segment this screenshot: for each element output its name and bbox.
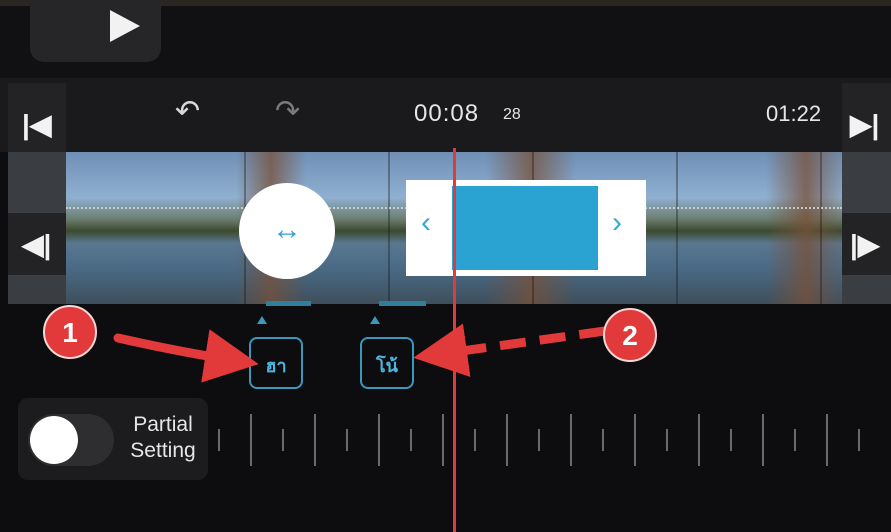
- ruler-tick: [570, 414, 572, 466]
- ruler-tick: [858, 429, 860, 451]
- annotation-badge-2: 2: [603, 308, 657, 362]
- annotation-number-2: 2: [622, 320, 638, 351]
- ruler-tick: [218, 429, 220, 451]
- annotation-badge-1: 1: [43, 305, 97, 359]
- ruler-tick: [410, 429, 412, 451]
- ruler-tick: [346, 429, 348, 451]
- ruler-tick: [666, 429, 668, 451]
- partial-setting-label-line2: Setting: [130, 439, 196, 462]
- ruler-tick: [314, 414, 316, 466]
- ruler-tick: [602, 429, 604, 451]
- ruler-tick: [282, 429, 284, 451]
- ruler-tick: [794, 429, 796, 451]
- ruler-tick: [378, 414, 380, 466]
- ruler-tick: [634, 414, 636, 466]
- toggle-knob[interactable]: [30, 416, 78, 464]
- ruler-tick: [250, 414, 252, 466]
- ruler-tick: [730, 429, 732, 451]
- partial-setting-label: Partial Setting: [118, 412, 208, 464]
- ruler-tick: [506, 414, 508, 466]
- ruler-tick: [442, 414, 444, 466]
- ruler-tick: [762, 414, 764, 466]
- ruler-tick: [826, 414, 828, 466]
- partial-setting-label-line1: Partial: [133, 413, 193, 436]
- ruler-tick: [474, 429, 476, 451]
- annotation-arrow-1: [113, 329, 259, 383]
- annotation-arrow-2: [413, 323, 606, 378]
- ruler-tick: [698, 414, 700, 466]
- annotation-number-1: 1: [62, 317, 78, 348]
- ruler-tick: [538, 429, 540, 451]
